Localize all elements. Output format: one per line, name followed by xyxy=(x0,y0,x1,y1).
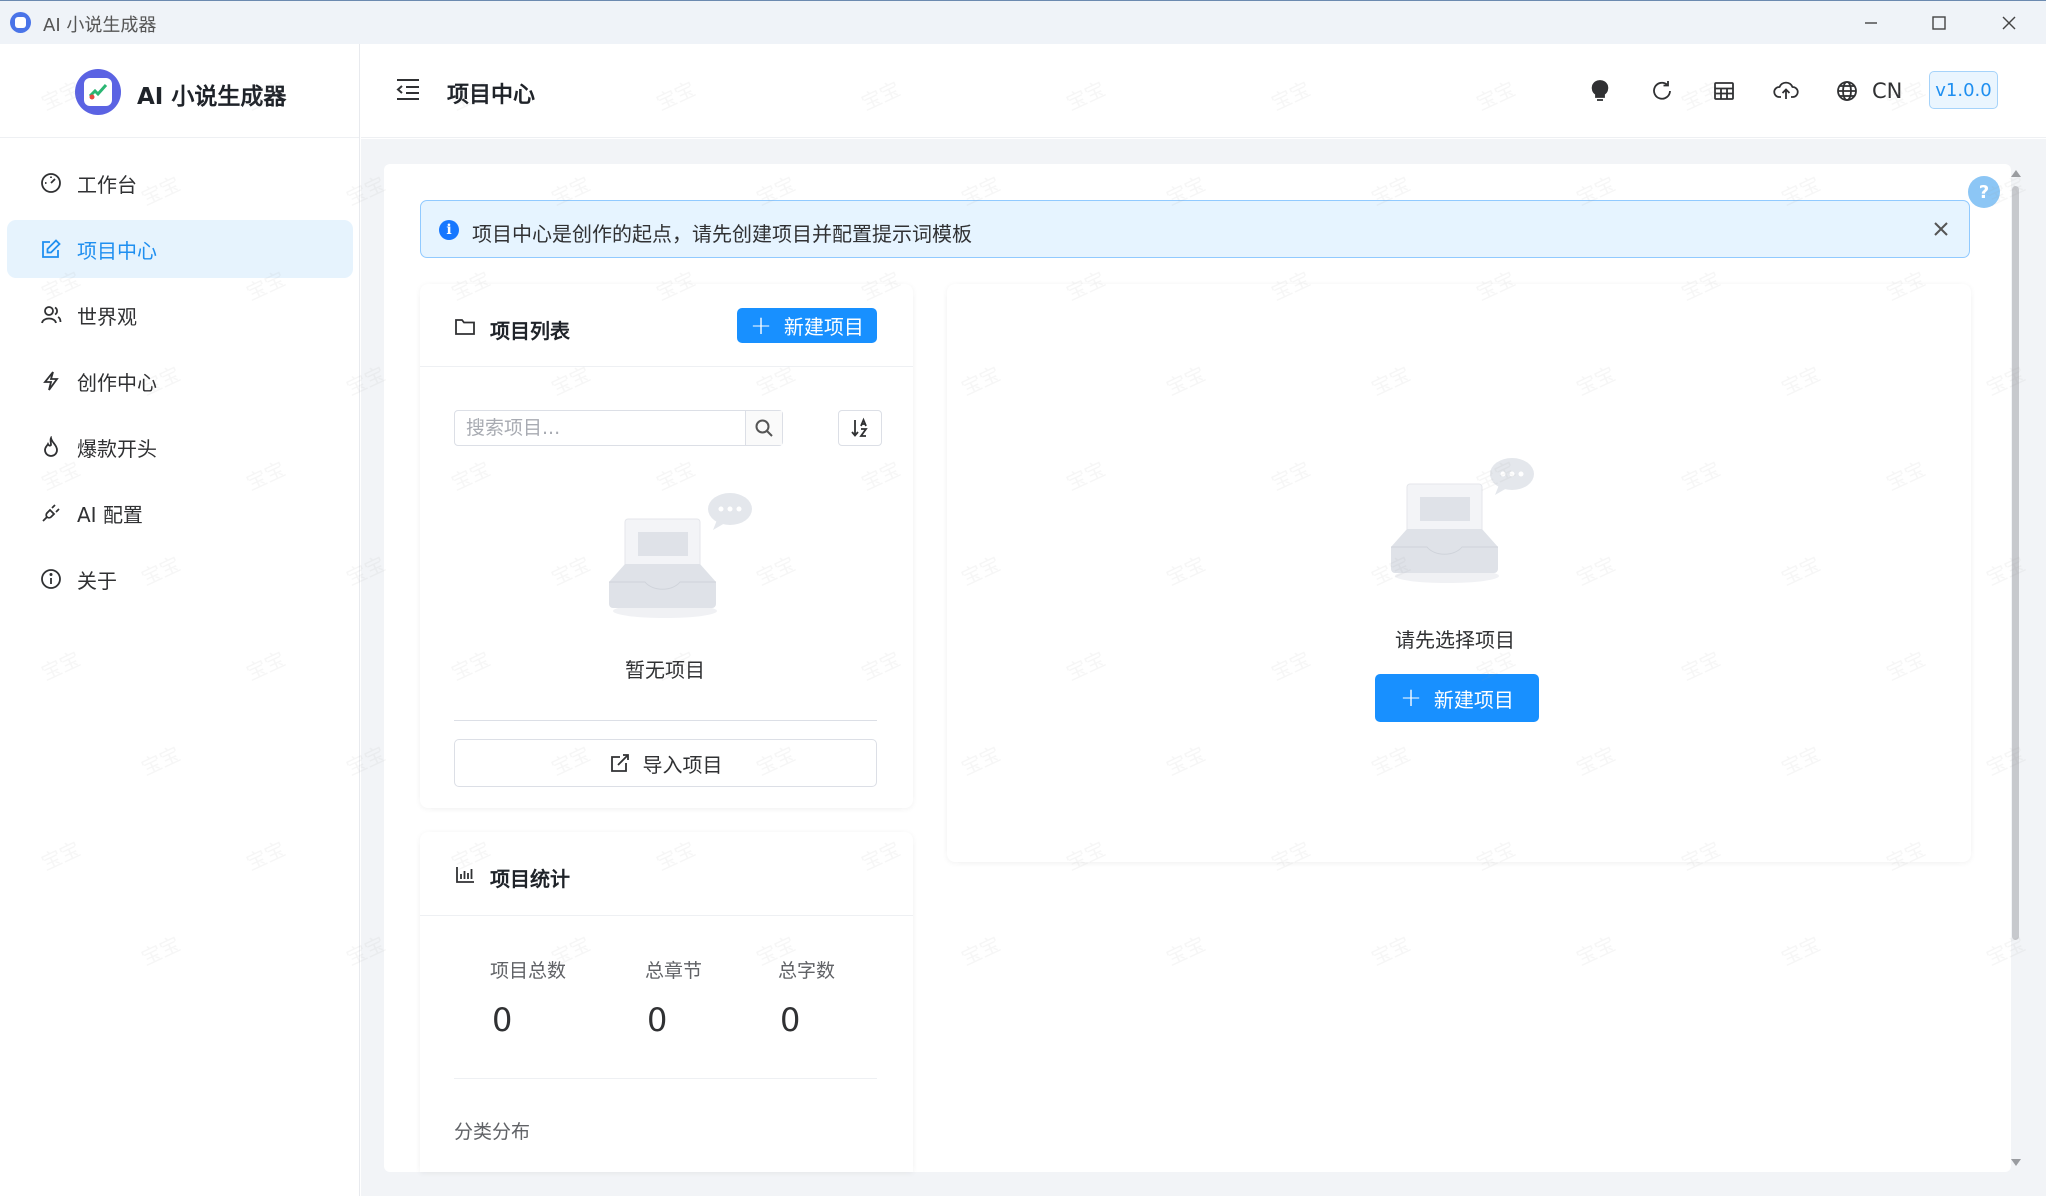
info-circle-icon: i xyxy=(439,220,459,240)
sort-button[interactable] xyxy=(838,410,882,446)
empty-project-text: 暂无项目 xyxy=(625,658,705,682)
sidebar-item-label: 工作台 xyxy=(77,172,137,197)
scroll-up-arrow[interactable] xyxy=(2011,170,2021,177)
main-scrollbar[interactable] xyxy=(2006,164,2024,1172)
stat-total-projects: 项目总数 0 xyxy=(490,956,566,1039)
empty-inbox-illustration xyxy=(609,493,752,618)
minimize-button[interactable] xyxy=(1840,1,1902,44)
stat-value: 0 xyxy=(780,1001,801,1039)
empty-inbox-illustration xyxy=(1391,458,1534,583)
sidebar-item-workbench[interactable]: 工作台 xyxy=(7,154,353,212)
language-selector[interactable]: CN xyxy=(1872,79,1902,103)
close-icon xyxy=(2002,16,2016,29)
sidebar-item-label: 爆款开头 xyxy=(77,436,157,461)
sidebar-item-label: 创作中心 xyxy=(77,370,157,395)
sidebar-item-label: 项目中心 xyxy=(77,238,157,263)
project-stats-card: 项目统计 项目总数 0 总章节 0 总字数 0 分类分布 xyxy=(420,832,913,1172)
alert-text: 项目中心是创作的起点，请先创建项目并配置提示词模板 xyxy=(472,222,972,246)
dashboard-icon xyxy=(40,172,62,194)
table-icon[interactable] xyxy=(1710,77,1738,105)
sidebar-logo: AI 小说生成器 xyxy=(0,44,359,138)
app-logo-icon xyxy=(75,69,121,115)
scroll-down-arrow[interactable] xyxy=(2011,1159,2021,1166)
project-stats-title: 项目统计 xyxy=(490,867,570,891)
project-list-title: 项目列表 xyxy=(490,319,570,343)
sidebar: AI 小说生成器 工作台 项目中心 世界观 创作中心 爆款开头 AI 配置 关于 xyxy=(0,44,360,1196)
alert-close-button[interactable] xyxy=(1931,219,1951,239)
top-header: 项目中心 CN v1.0.0 xyxy=(361,44,2046,138)
stat-value: 0 xyxy=(492,1001,513,1039)
minimize-icon xyxy=(1865,21,1877,24)
globe-icon[interactable] xyxy=(1833,77,1861,105)
plug-icon xyxy=(40,502,62,524)
folder-icon xyxy=(454,317,476,341)
app-icon xyxy=(10,12,31,33)
sidebar-item-label: 关于 xyxy=(77,568,117,593)
people-icon xyxy=(40,304,62,326)
sidebar-item-creation-center[interactable]: 创作中心 xyxy=(7,352,353,410)
sidebar-item-worldview[interactable]: 世界观 xyxy=(7,286,353,344)
project-list-header: 项目列表 + 新建项目 xyxy=(420,284,913,367)
refresh-icon[interactable] xyxy=(1648,77,1676,105)
divider xyxy=(454,720,877,721)
window-titlebar: AI 小说生成器 xyxy=(0,0,2046,44)
scroll-thumb[interactable] xyxy=(2012,186,2019,940)
cloud-upload-icon[interactable] xyxy=(1772,77,1800,105)
project-list-card: 项目列表 + 新建项目 搜索项目... 暂无项目 导入项目 xyxy=(420,284,913,808)
sort-az-icon xyxy=(851,417,868,437)
theme-bulb-icon[interactable] xyxy=(1586,77,1614,105)
page-title: 项目中心 xyxy=(447,83,536,108)
search-input[interactable] xyxy=(455,411,745,445)
sidebar-item-ai-config[interactable]: AI 配置 xyxy=(7,484,353,542)
help-icon[interactable]: ? xyxy=(1968,176,2000,208)
sidebar-item-about[interactable]: 关于 xyxy=(7,550,353,608)
project-detail-card: 请先选择项目 + 新建项目 xyxy=(947,284,1971,862)
new-project-button-secondary[interactable]: + 新建项目 xyxy=(1375,674,1539,722)
maximize-icon xyxy=(1932,15,1946,30)
info-icon xyxy=(40,568,62,590)
stat-total-words: 总字数 0 xyxy=(778,956,835,1039)
collapse-menu-icon[interactable] xyxy=(395,77,421,105)
select-project-text: 请先选择项目 xyxy=(1395,628,1515,652)
new-project-label: 新建项目 xyxy=(783,315,864,339)
stat-label: 总字数 xyxy=(778,960,836,982)
import-edit-icon xyxy=(610,754,629,772)
maximize-button[interactable] xyxy=(1908,1,1970,44)
sidebar-item-project-center[interactable]: 项目中心 xyxy=(7,220,353,278)
edit-icon xyxy=(40,238,62,260)
close-icon xyxy=(1934,222,1948,236)
stat-value: 0 xyxy=(647,1001,668,1039)
new-project-button[interactable]: + 新建项目 xyxy=(737,308,877,343)
stat-label: 项目总数 xyxy=(490,960,567,982)
close-window-button[interactable] xyxy=(1978,1,2040,44)
bar-chart-icon xyxy=(454,865,476,889)
window-title: AI 小说生成器 xyxy=(43,15,157,36)
info-alert: i 项目中心是创作的起点，请先创建项目并配置提示词模板 xyxy=(420,200,1970,258)
sidebar-item-label: 世界观 xyxy=(77,304,137,329)
main-content: 项目列表 + 新建项目 搜索项目... 暂无项目 导入项目 项目统计 项目总数 … xyxy=(361,139,2046,1196)
content-panel: 项目列表 + 新建项目 搜索项目... 暂无项目 导入项目 项目统计 项目总数 … xyxy=(384,164,2011,1172)
import-project-label: 导入项目 xyxy=(642,752,723,777)
category-distribution-title: 分类分布 xyxy=(454,1121,531,1143)
sidebar-item-label: AI 配置 xyxy=(77,502,143,527)
plus-icon: + xyxy=(1400,683,1422,713)
project-search xyxy=(454,410,783,446)
search-button[interactable] xyxy=(745,411,782,445)
import-project-button[interactable]: 导入项目 xyxy=(454,739,877,787)
fire-icon xyxy=(40,436,62,458)
project-stats-header: 项目统计 xyxy=(420,832,913,916)
stat-total-chapters: 总章节 0 xyxy=(645,956,702,1039)
new-project-label: 新建项目 xyxy=(1433,687,1514,712)
plus-icon: + xyxy=(750,310,772,341)
lightning-icon xyxy=(40,370,62,392)
search-icon xyxy=(755,419,773,437)
divider xyxy=(454,1078,877,1079)
version-badge: v1.0.0 xyxy=(1929,71,1998,109)
stat-label: 总章节 xyxy=(645,960,703,982)
sidebar-menu: 工作台 项目中心 世界观 创作中心 爆款开头 AI 配置 关于 xyxy=(7,154,353,616)
app-logo-text: AI 小说生成器 xyxy=(137,84,287,110)
sidebar-item-hot-openings[interactable]: 爆款开头 xyxy=(7,418,353,476)
